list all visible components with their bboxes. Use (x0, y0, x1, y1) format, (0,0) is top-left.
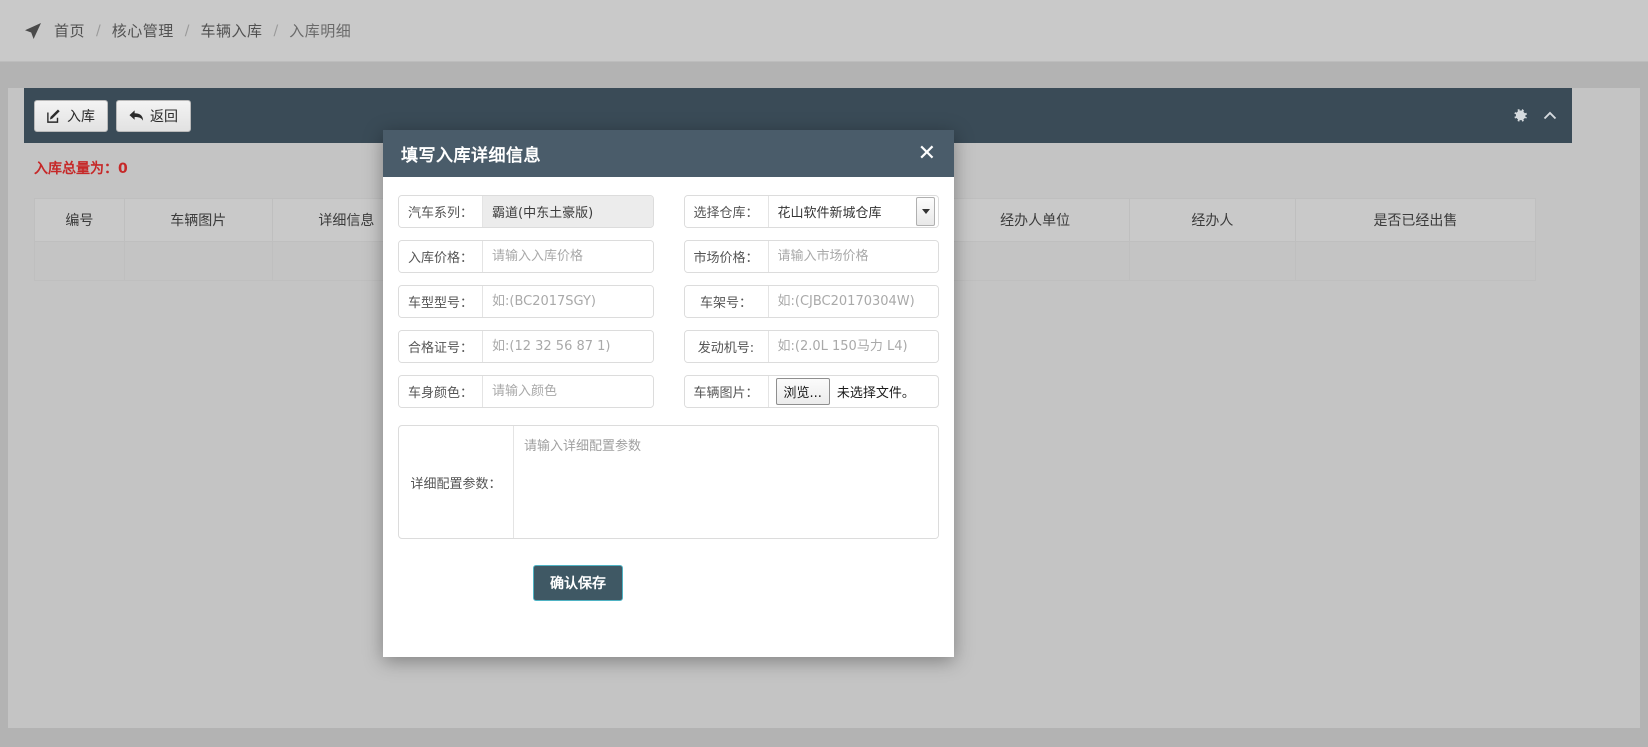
stock-in-button[interactable]: 入库 (34, 99, 108, 132)
modal-body: 汽车系列： 选择仓库： 花山软件新城仓库 入库价格： 市场价格： (383, 177, 954, 601)
engine-no-label: 发动机号: (684, 331, 769, 362)
vin-group: 车架号： (683, 285, 939, 318)
breadcrumb-separator: / (96, 22, 101, 39)
breadcrumb-item-vehicle-stockin[interactable]: 车辆入库 (200, 20, 262, 41)
model-no-input[interactable] (483, 286, 653, 317)
stock-in-button-label: 入库 (67, 108, 95, 125)
back-button-label: 返回 (150, 108, 178, 125)
chevron-up-icon[interactable] (1542, 108, 1558, 124)
file-status-text: 未选择文件。 (836, 386, 915, 401)
table-column-id: 编号 (34, 198, 125, 242)
market-price-input[interactable] (768, 241, 938, 272)
model-no-group: 车型型号： (398, 285, 654, 318)
certificate-no-input[interactable] (483, 331, 653, 362)
car-series-label: 汽车系列： (399, 196, 483, 227)
total-count-text: 入库总量为：0 (34, 161, 128, 177)
warehouse-label: 选择仓库： (684, 196, 769, 227)
modal-footer: 确认保存 (398, 565, 939, 601)
body-color-group: 车身颜色： (398, 375, 654, 408)
breadcrumb-item-core-management[interactable]: 核心管理 (112, 20, 174, 41)
chevron-down-icon[interactable] (916, 197, 935, 226)
location-arrow-icon (24, 22, 42, 40)
table-cell (1128, 241, 1296, 281)
modal-header: 填写入库详细信息 ✕ (383, 130, 954, 177)
table-column-handler: 经办人 (1128, 198, 1296, 242)
table-column-vehicle-image: 车辆图片 (123, 198, 273, 242)
certificate-no-label: 合格证号： (399, 331, 483, 362)
edit-icon (47, 109, 61, 123)
car-series-group: 汽车系列： (398, 195, 654, 228)
form-row-prices: 入库价格： 市场价格： (398, 240, 939, 273)
table-cell (34, 241, 125, 281)
engine-no-input[interactable] (768, 331, 938, 362)
config-params-group: 详细配置参数： (398, 425, 939, 539)
warehouse-selected-value: 花山软件新城仓库 (777, 206, 882, 221)
car-image-label: 车辆图片： (684, 376, 769, 407)
gear-icon[interactable] (1512, 108, 1528, 124)
warehouse-group: 选择仓库： 花山软件新城仓库 (683, 195, 939, 228)
stock-price-group: 入库价格： (398, 240, 654, 273)
form-row-series-warehouse: 汽车系列： 选择仓库： 花山软件新城仓库 (398, 195, 939, 228)
back-arrow-icon (129, 109, 144, 123)
breadcrumb-separator: / (273, 22, 279, 39)
breadcrumb-bar: 首页 / 核心管理 / 车辆入库 / 入库明细 (0, 0, 1648, 62)
breadcrumb-item-stockin-detail: 入库明细 (289, 22, 352, 40)
stock-price-input[interactable] (483, 241, 653, 272)
save-button[interactable]: 确认保存 (533, 565, 623, 601)
breadcrumb-separator: / (184, 22, 190, 39)
form-row-color-image: 车身颜色： 车辆图片： 浏览... 未选择文件。 (398, 375, 939, 408)
back-button[interactable]: 返回 (116, 99, 191, 132)
body-color-label: 车身颜色： (399, 376, 483, 407)
warehouse-select[interactable]: 花山软件新城仓库 (768, 196, 938, 227)
stock-price-label: 入库价格： (399, 241, 483, 272)
breadcrumb-item-home[interactable]: 首页 (54, 20, 85, 41)
config-params-label: 详细配置参数： (399, 426, 514, 538)
table-cell (940, 241, 1130, 281)
modal-title: 填写入库详细信息 (401, 146, 541, 166)
table-column-handler-unit: 经办人单位 (940, 198, 1130, 242)
market-price-label: 市场价格： (684, 241, 769, 272)
close-icon[interactable]: ✕ (918, 142, 936, 165)
table-column-sold-status: 是否已经出售 (1294, 198, 1537, 242)
toolbar-actions (1512, 108, 1558, 124)
form-row-model-vin: 车型型号： 车架号： (398, 285, 939, 318)
car-image-file-input[interactable]: 浏览... 未选择文件。 (769, 376, 939, 407)
car-series-input[interactable] (483, 196, 653, 227)
table-cell (123, 241, 273, 281)
config-params-textarea[interactable] (514, 426, 938, 538)
market-price-group: 市场价格： (683, 240, 939, 273)
stockin-detail-modal: 填写入库详细信息 ✕ 汽车系列： 选择仓库： 花山软件新城仓库 入库价格： (383, 130, 954, 657)
browse-button[interactable]: 浏览... (775, 378, 830, 405)
engine-no-group: 发动机号: (683, 330, 939, 363)
body-color-input[interactable] (483, 376, 653, 407)
form-row-cert-engine: 合格证号： 发动机号: (398, 330, 939, 363)
car-image-group: 车辆图片： 浏览... 未选择文件。 (683, 375, 939, 408)
vin-label: 车架号： (684, 286, 769, 317)
model-no-label: 车型型号： (399, 286, 483, 317)
certificate-no-group: 合格证号： (398, 330, 654, 363)
table-cell (1294, 241, 1537, 281)
vin-input[interactable] (768, 286, 938, 317)
